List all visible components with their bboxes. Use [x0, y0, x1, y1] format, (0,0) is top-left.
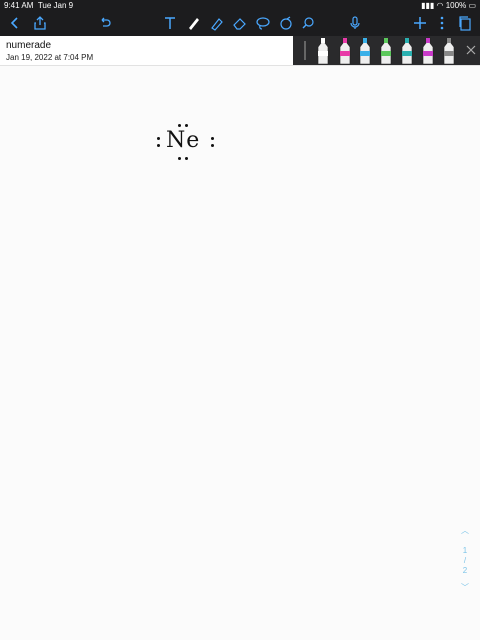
electron-dot — [185, 124, 188, 127]
status-date: Tue Jan 9 — [37, 1, 74, 10]
wifi-icon: ◠ — [436, 1, 444, 10]
image-tool-button[interactable] — [298, 13, 318, 33]
document-title[interactable]: numerade — [6, 40, 51, 51]
text-tool-button[interactable] — [160, 13, 180, 33]
eraser-tool-button[interactable] — [230, 13, 250, 33]
electron-dot — [178, 157, 181, 160]
page-up-button[interactable]: ︿ — [458, 525, 472, 536]
more-vertical-icon — [440, 16, 444, 30]
pen-tip-icon — [339, 37, 351, 65]
share-button[interactable] — [30, 13, 50, 33]
page-current: 1 — [462, 546, 468, 555]
close-icon — [466, 45, 476, 55]
pen-tool-button[interactable] — [184, 13, 204, 33]
highlighter-icon — [211, 18, 223, 31]
electron-dot — [211, 144, 214, 147]
pen-tip-icon — [359, 37, 371, 65]
chevron-down-icon: ﹀ — [461, 583, 469, 592]
shapes-tool-button[interactable] — [276, 13, 296, 33]
status-time: 9:41 AM — [4, 1, 34, 10]
lasso-icon — [256, 17, 270, 30]
electron-dot — [211, 137, 214, 140]
battery-icon: ▭ — [468, 1, 476, 10]
pages-button[interactable] — [455, 13, 475, 33]
highlighter-tool-button[interactable] — [207, 13, 227, 33]
close-palette-button[interactable] — [465, 43, 477, 55]
undo-button[interactable] — [95, 13, 115, 33]
lasso-tool-button[interactable] — [253, 13, 273, 33]
toolbar — [0, 11, 480, 36]
handwritten-element-symbol: Ne — [166, 128, 201, 153]
chevron-left-icon — [10, 17, 18, 29]
pen-swatch[interactable] — [421, 37, 435, 65]
electron-dot — [157, 137, 160, 140]
microphone-icon — [350, 16, 360, 29]
pen-swatch[interactable] — [316, 37, 330, 65]
battery-percent: 100% — [445, 1, 467, 10]
pen-swatch[interactable] — [442, 37, 456, 65]
pen-divider — [298, 37, 312, 64]
image-icon — [302, 17, 314, 29]
pen-swatch[interactable] — [358, 37, 372, 65]
signal-icon: ▮▮▮ — [421, 1, 435, 10]
page-separator: / — [463, 556, 467, 565]
pen-tip-icon — [317, 37, 329, 65]
shapes-icon — [280, 16, 292, 30]
pen-tip-icon — [401, 37, 413, 65]
pen-tip-icon — [380, 37, 392, 65]
plus-icon — [414, 17, 426, 29]
text-icon — [165, 17, 175, 29]
status-right: ▮▮▮ ◠ 100% ▭ — [421, 1, 476, 10]
microphone-button[interactable] — [345, 13, 365, 33]
share-icon — [34, 16, 46, 30]
note-canvas[interactable] — [0, 66, 480, 640]
electron-dot — [157, 144, 160, 147]
pen-tip-icon — [443, 37, 455, 65]
status-bar: 9:41 AM Tue Jan 9 ▮▮▮ ◠ 100% ▭ — [0, 0, 480, 11]
pen-tip-icon — [422, 37, 434, 65]
pen-icon — [189, 18, 199, 30]
page-down-button[interactable]: ﹀ — [458, 582, 472, 593]
more-button[interactable] — [432, 13, 452, 33]
add-page-button[interactable] — [410, 13, 430, 33]
pen-swatch[interactable] — [400, 37, 414, 65]
electron-dot — [185, 157, 188, 160]
chevron-up-icon: ︿ — [461, 526, 469, 535]
back-button[interactable] — [5, 13, 25, 33]
pages-icon — [459, 16, 471, 31]
status-time-date: 9:41 AM Tue Jan 9 — [4, 1, 73, 10]
eraser-icon — [233, 18, 246, 30]
page-total: 2 — [462, 566, 468, 575]
undo-icon — [101, 17, 111, 27]
document-date: Jan 19, 2022 at 7:04 PM — [6, 53, 94, 62]
pen-swatch[interactable] — [338, 37, 352, 65]
pen-swatch[interactable] — [379, 37, 393, 65]
electron-dot — [178, 124, 181, 127]
